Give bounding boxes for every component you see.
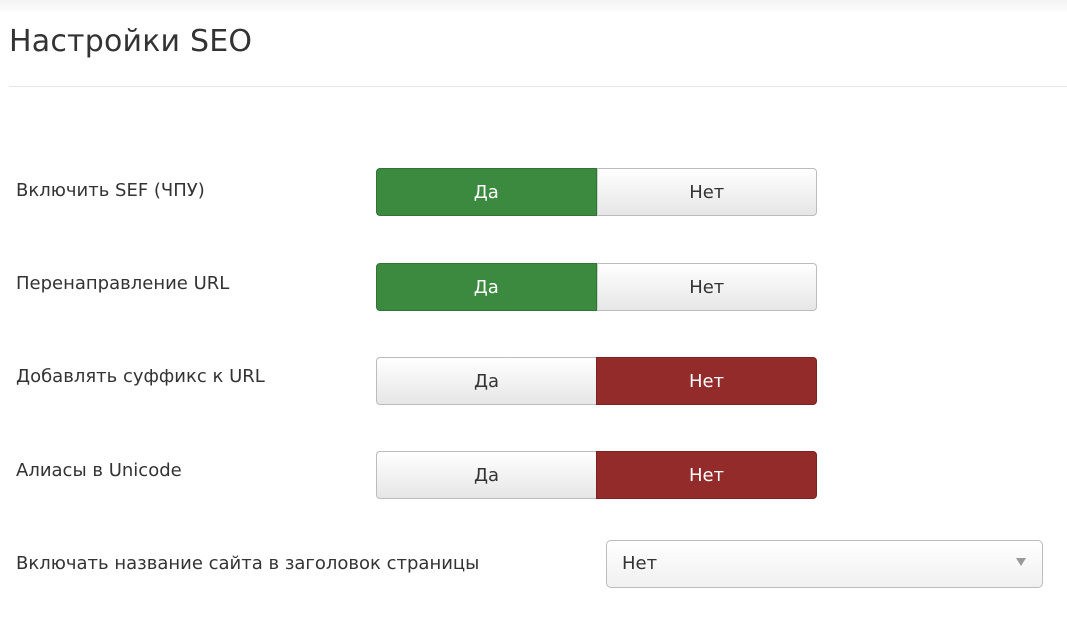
chevron-down-icon — [1016, 558, 1026, 566]
sef-yes-button[interactable]: Да — [376, 168, 597, 216]
unicode-aliases-label: Алиасы в Unicode — [16, 460, 182, 481]
url-rewrite-no-button[interactable]: Нет — [596, 263, 817, 311]
site-name-select-value: Нет — [622, 553, 658, 574]
page-title: Настройки SEO — [9, 24, 253, 59]
title-divider — [9, 86, 1067, 87]
url-rewrite-yes-button[interactable]: Да — [376, 263, 597, 311]
unicode-aliases-toggle: Да Нет — [376, 451, 817, 499]
site-name-label: Включать название сайта в заголовок стра… — [16, 553, 480, 574]
site-name-select[interactable]: Нет — [606, 540, 1043, 588]
unicode-aliases-yes-button[interactable]: Да — [376, 451, 596, 499]
url-suffix-toggle: Да Нет — [376, 357, 817, 405]
top-band — [0, 0, 1067, 14]
unicode-aliases-no-button[interactable]: Нет — [596, 451, 817, 499]
url-suffix-label: Добавлять суффикс к URL — [16, 366, 265, 387]
sef-label: Включить SEF (ЧПУ) — [16, 180, 205, 201]
sef-no-button[interactable]: Нет — [596, 168, 817, 216]
url-rewrite-toggle: Да Нет — [376, 263, 817, 311]
url-suffix-no-button[interactable]: Нет — [596, 357, 817, 405]
url-rewrite-label: Перенаправление URL — [16, 273, 230, 294]
url-suffix-yes-button[interactable]: Да — [376, 357, 596, 405]
sef-toggle: Да Нет — [376, 168, 817, 216]
